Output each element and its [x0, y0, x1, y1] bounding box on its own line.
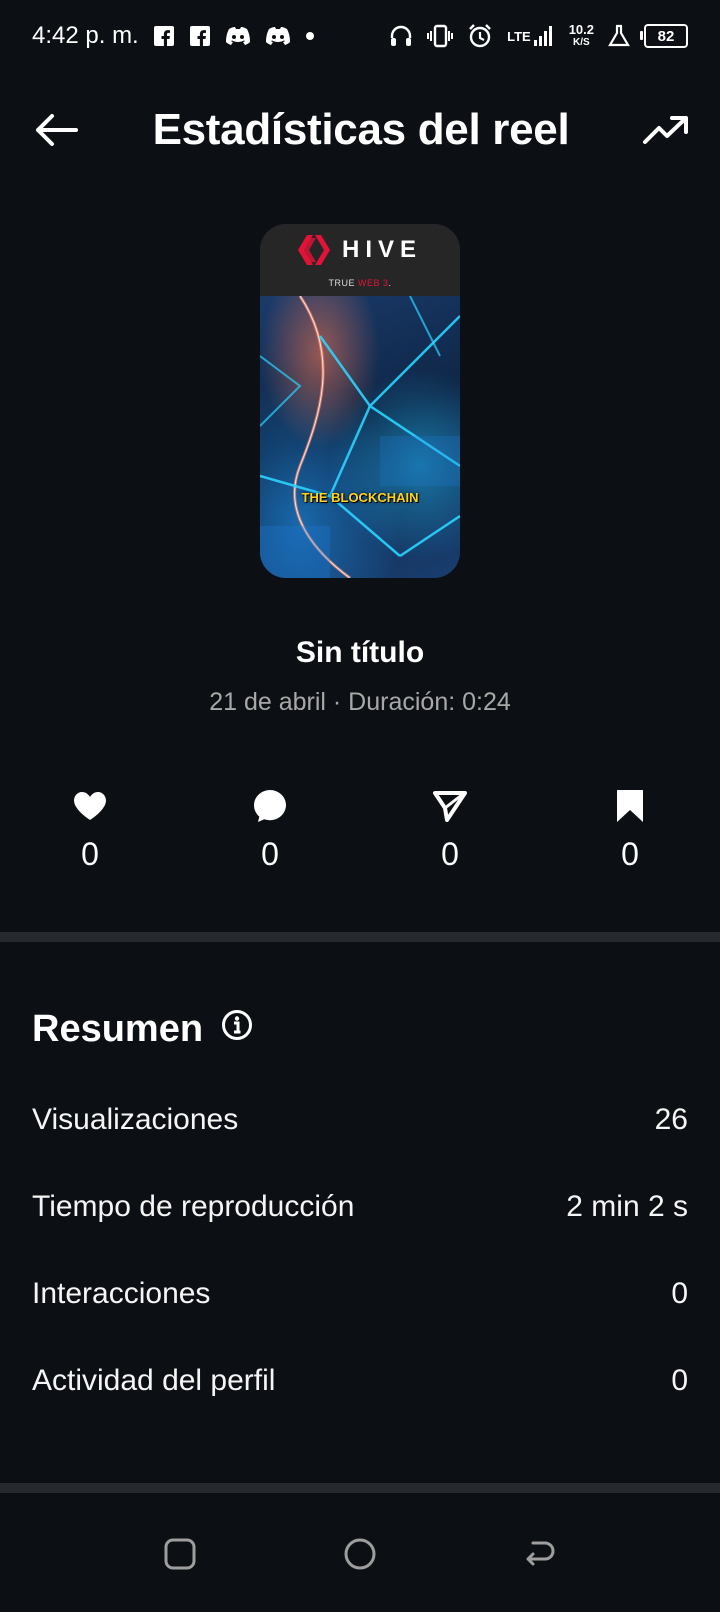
discord-icon	[225, 25, 251, 47]
back-icon	[526, 1541, 555, 1566]
network-type: LTE	[507, 28, 531, 44]
saves-stat: 0	[570, 786, 690, 873]
summary-row-views[interactable]: Visualizaciones 26	[0, 1090, 720, 1150]
blockchain-graphic	[260, 295, 460, 578]
comments-stat: 0	[210, 786, 330, 873]
reel-thumbnail[interactable]: HIVE TRUE WEB 3. THE BLOCKCHAIN	[260, 224, 460, 578]
comment-icon	[253, 786, 287, 826]
battery-level: 82	[657, 27, 675, 45]
thumbnail-tagline: TRUE WEB 3.	[260, 278, 460, 288]
summary-row-profile-activity[interactable]: Actividad del perfil 0	[0, 1351, 720, 1411]
status-right: LTE 10.2 K/S 82	[389, 23, 688, 49]
system-nav-bar	[0, 1494, 720, 1612]
recent-apps-icon	[164, 1538, 196, 1570]
comments-count: 0	[261, 836, 279, 872]
section-divider	[0, 1483, 720, 1493]
headphones-icon	[389, 24, 413, 48]
likes-count: 0	[81, 836, 99, 872]
network-speed: 10.2 K/S	[569, 23, 594, 49]
likes-stat: 0	[30, 786, 150, 873]
summary-heading: Resumen	[32, 1008, 253, 1051]
status-left: 4:42 p. m.	[32, 22, 315, 50]
trends-button[interactable]	[640, 104, 692, 156]
summary-label: Actividad del perfil	[32, 1364, 276, 1397]
saves-count: 0	[621, 836, 639, 872]
info-icon[interactable]	[221, 1008, 253, 1051]
thumbnail-caption: THE BLOCKCHAIN	[301, 490, 419, 505]
reel-meta: 21 de abril · Duración: 0:24	[209, 688, 511, 716]
summary-value: 26	[654, 1103, 688, 1136]
page-title: Estadísticas del reel	[152, 105, 570, 154]
hive-logo: HIVE	[260, 234, 460, 266]
summary-value: 0	[671, 1277, 688, 1310]
shares-stat: 0	[390, 786, 510, 873]
lab-flask-icon	[608, 24, 630, 48]
hive-wordmark: HIVE	[341, 236, 422, 263]
arrow-left-icon	[36, 114, 78, 146]
home-icon	[344, 1538, 376, 1570]
facebook-icon	[153, 25, 175, 47]
reel-insights-screen: 4:42 p. m. LTE 10.2 K/S 82 Estadísticas …	[0, 0, 720, 1612]
facebook-icon	[189, 25, 211, 47]
back-button[interactable]	[30, 104, 82, 156]
share-icon	[433, 786, 467, 826]
vibrate-icon	[427, 24, 454, 48]
summary-label: Visualizaciones	[32, 1103, 239, 1136]
trending-up-icon	[642, 116, 688, 144]
tagline-highlight: WEB 3	[357, 278, 389, 288]
recent-apps-button[interactable]	[158, 1532, 202, 1576]
tagline-suffix: .	[388, 278, 392, 288]
discord-icon	[265, 25, 291, 47]
shares-count: 0	[441, 836, 459, 872]
summary-label: Interacciones	[32, 1277, 211, 1310]
tagline-prefix: TRUE	[328, 278, 358, 288]
network-speed-value: 10.2	[568, 22, 594, 37]
thumbnail-image: THE BLOCKCHAIN	[260, 295, 460, 578]
summary-title: Resumen	[32, 1008, 204, 1050]
summary-row-watch-time[interactable]: Tiempo de reproducción 2 min 2 s	[0, 1177, 720, 1237]
network-speed-unit: K/S	[573, 37, 590, 48]
dot-icon	[305, 31, 315, 41]
bookmark-icon	[616, 786, 644, 826]
summary-row-interactions[interactable]: Interacciones 0	[0, 1264, 720, 1324]
status-time: 4:42 p. m.	[32, 22, 139, 49]
summary-label: Tiempo de reproducción	[32, 1190, 355, 1223]
engagement-row: 0 0 0 0	[0, 786, 720, 886]
summary-value: 2 min 2 s	[566, 1190, 688, 1223]
battery-icon: 82	[640, 24, 688, 48]
home-button[interactable]	[338, 1532, 382, 1576]
lte-signal-icon: LTE	[507, 25, 555, 47]
thumbnail-banner: HIVE TRUE WEB 3.	[260, 224, 460, 296]
section-divider	[0, 932, 720, 942]
reel-title: Sin título	[295, 636, 425, 669]
nav-back-button[interactable]	[518, 1532, 562, 1576]
hive-logo-icon	[297, 235, 330, 265]
heart-icon	[73, 786, 107, 826]
status-bar: 4:42 p. m. LTE 10.2 K/S 82	[0, 0, 720, 72]
alarm-icon	[467, 23, 493, 49]
summary-value: 0	[671, 1364, 688, 1397]
top-app-bar: Estadísticas del reel	[0, 90, 720, 170]
